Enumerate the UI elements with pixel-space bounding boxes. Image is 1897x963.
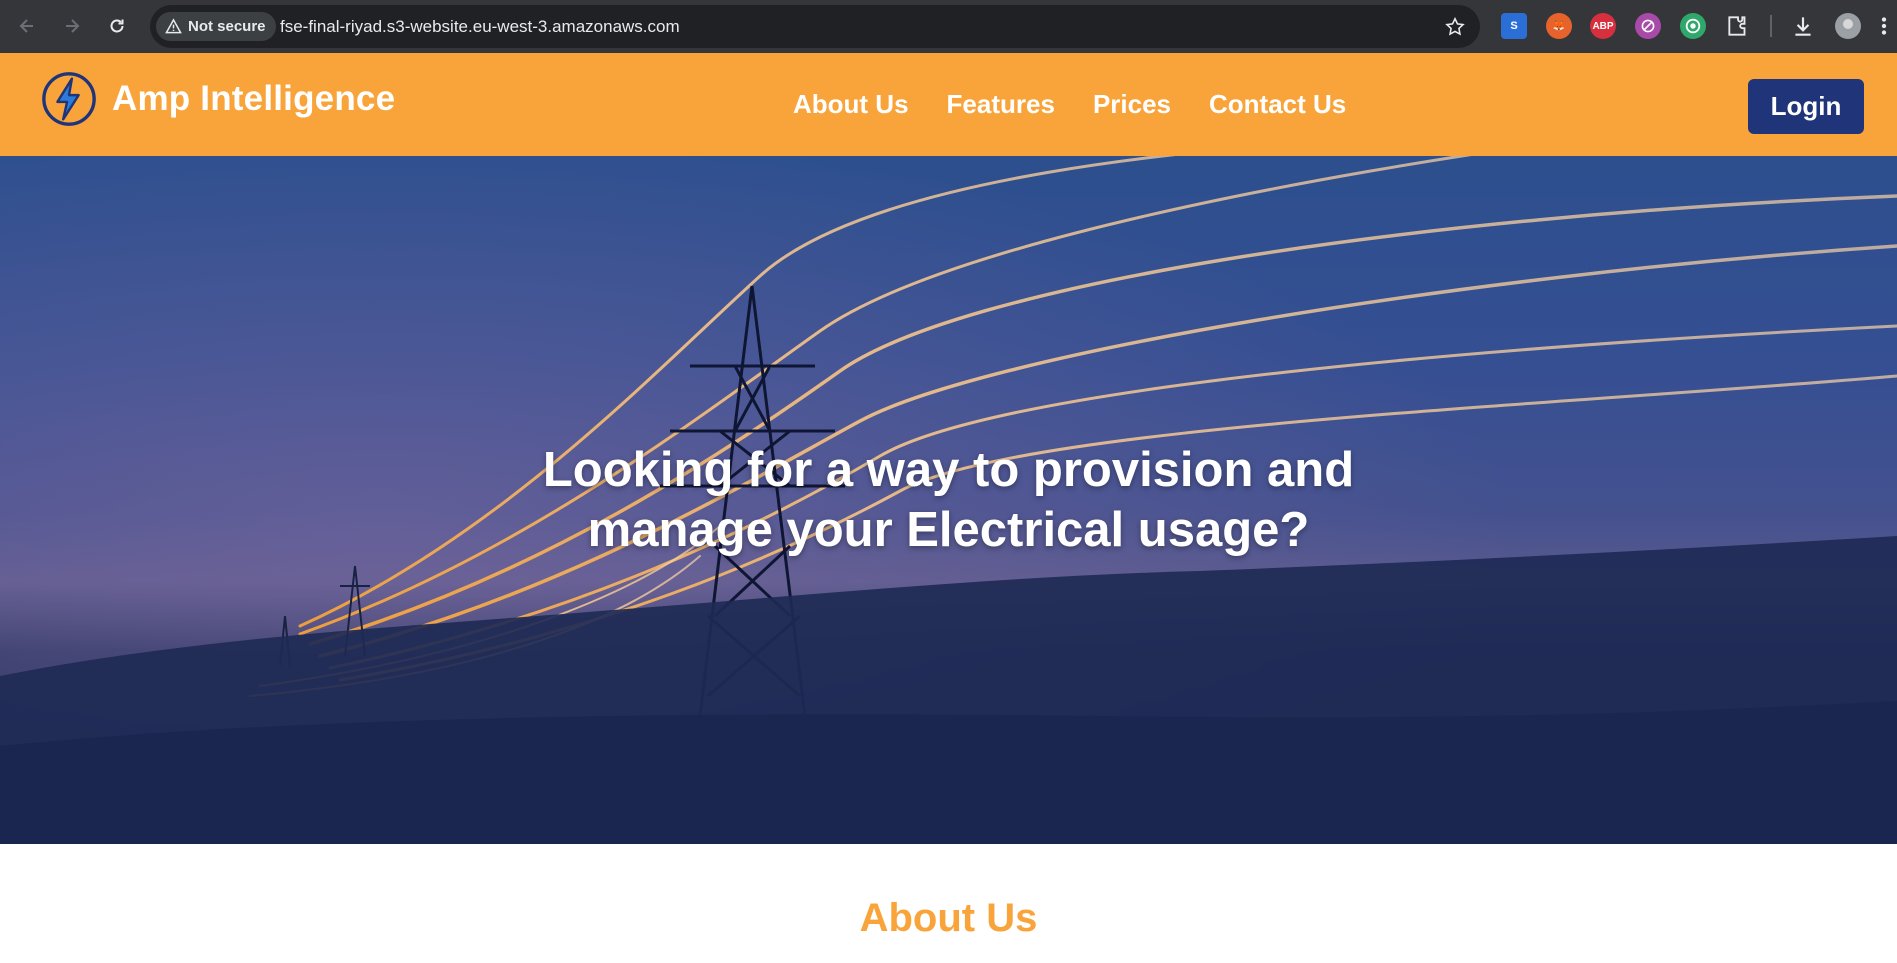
forward-button[interactable] <box>56 10 88 42</box>
url-text[interactable]: fse-final-riyad.s3-website.eu-west-3.ama… <box>280 5 680 48</box>
slash-circle-icon <box>1641 19 1655 33</box>
site-header: Amp Intelligence About Us Features Price… <box>0 53 1897 156</box>
fox-extension-icon[interactable]: 🦊 <box>1546 13 1572 39</box>
brand[interactable]: Amp Intelligence <box>40 70 395 128</box>
security-indicator[interactable]: Not secure <box>156 12 276 41</box>
target-extension-icon[interactable] <box>1680 13 1706 39</box>
back-button[interactable] <box>11 10 43 42</box>
bookmark-star-icon[interactable] <box>1444 16 1466 38</box>
nav-link-contact-us[interactable]: Contact Us <box>1209 89 1346 120</box>
download-icon[interactable] <box>1790 13 1816 39</box>
menu-kebab-icon[interactable] <box>1875 13 1893 39</box>
reload-icon <box>110 19 124 33</box>
toolbar-separator <box>1770 15 1772 37</box>
main-nav: About Us Features Prices Contact Us <box>793 53 1346 156</box>
profile-avatar[interactable] <box>1835 13 1861 39</box>
translate-extension-icon[interactable]: S <box>1501 13 1527 39</box>
extensions-puzzle-icon[interactable] <box>1725 13 1751 39</box>
brand-name: Amp Intelligence <box>112 79 396 118</box>
hero-title-line-1: Looking for a way to provision and <box>542 443 1355 497</box>
warning-icon <box>165 18 182 34</box>
hero-title-line-2: manage your Electrical usage? <box>587 503 1310 557</box>
login-button[interactable]: Login <box>1748 79 1864 134</box>
adblock-label: ABP <box>1592 20 1614 32</box>
address-bar[interactable]: Not secure fse-final-riyad.s3-website.eu… <box>150 5 1480 48</box>
about-section: About Us <box>0 844 1897 963</box>
forward-arrow-icon <box>66 19 80 33</box>
browser-toolbar: Not secure fse-final-riyad.s3-website.eu… <box>0 0 1897 53</box>
nav-link-features[interactable]: Features <box>947 89 1055 120</box>
about-heading: About Us <box>859 896 1038 940</box>
reload-button[interactable] <box>101 10 133 42</box>
blocker-extension-icon[interactable] <box>1635 13 1661 39</box>
adblock-plus-icon[interactable]: ABP <box>1590 13 1616 39</box>
nav-link-prices[interactable]: Prices <box>1093 89 1171 120</box>
hero-section: Looking for a way to provision and manag… <box>0 156 1897 844</box>
lightning-bolt-logo-icon <box>42 72 96 126</box>
target-icon <box>1685 18 1701 34</box>
back-arrow-icon <box>19 19 33 33</box>
hero-title: Looking for a way to provision and manag… <box>0 440 1897 560</box>
nav-link-about-us[interactable]: About Us <box>793 89 909 120</box>
security-label: Not secure <box>188 18 266 35</box>
